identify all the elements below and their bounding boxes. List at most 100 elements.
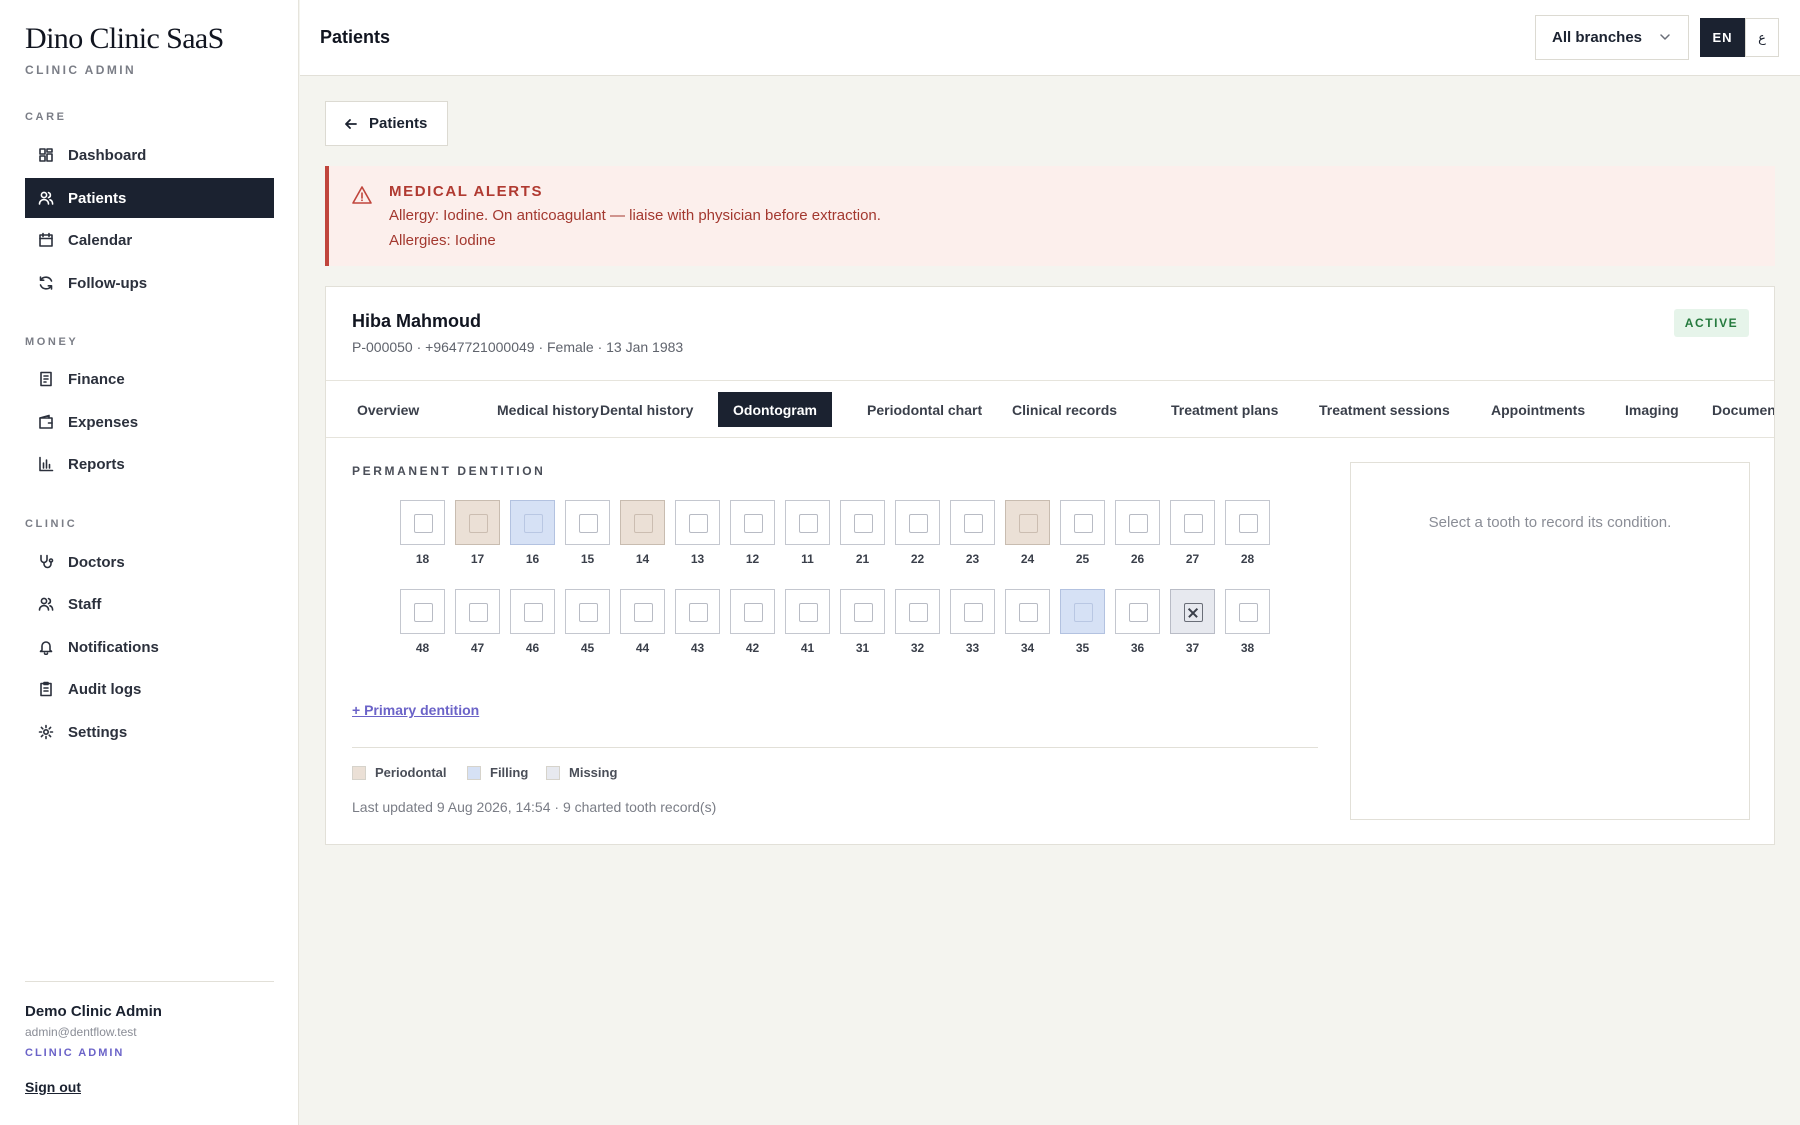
tooth-48[interactable] <box>400 589 445 634</box>
tooth-37[interactable] <box>1170 589 1215 634</box>
tooth-surface <box>414 514 433 533</box>
tooth-number: 38 <box>1240 641 1255 655</box>
calendar-icon <box>38 232 54 248</box>
tooth-22[interactable] <box>895 500 940 545</box>
grid-icon <box>38 147 54 163</box>
sidebar-item-label: Patients <box>68 189 127 207</box>
tab-treatment-sessions[interactable]: Treatment sessions <box>1304 392 1465 427</box>
tooth-46[interactable] <box>510 589 555 634</box>
sidebar-item-label: Dashboard <box>68 146 147 164</box>
sidebar-item-label: Expenses <box>68 413 139 431</box>
stethoscope-icon <box>38 554 54 570</box>
tab-appointments[interactable]: Appointments <box>1476 392 1600 427</box>
primary-dentition-link[interactable]: + Primary dentition <box>352 702 479 718</box>
tooth-number: 45 <box>580 641 595 655</box>
language-en-button[interactable]: EN <box>1700 18 1745 57</box>
tooth-26[interactable] <box>1115 500 1160 545</box>
sidebar-divider <box>25 981 274 982</box>
sidebar-item-reports[interactable]: Reports <box>25 444 274 484</box>
tab-periodontal-chart[interactable]: Periodontal chart <box>852 392 997 427</box>
patient-name: Hiba Mahmoud <box>352 311 481 331</box>
tab-imaging[interactable]: Imaging <box>1610 392 1694 427</box>
tooth-35[interactable] <box>1060 589 1105 634</box>
missing-x-icon <box>1184 603 1203 622</box>
tooth-27[interactable] <box>1170 500 1215 545</box>
tab-clinical-records[interactable]: Clinical records <box>997 392 1132 427</box>
sidebar-item-finance[interactable]: Finance <box>25 359 274 399</box>
tooth-41[interactable] <box>785 589 830 634</box>
tooth-42[interactable] <box>730 589 775 634</box>
sidebar-item-audit-logs[interactable]: Audit logs <box>25 669 274 709</box>
sign-out-link[interactable]: Sign out <box>25 1079 81 1095</box>
tooth-11[interactable] <box>785 500 830 545</box>
sidebar-item-patients[interactable]: Patients <box>25 178 274 218</box>
branch-select[interactable]: All branches <box>1535 15 1689 60</box>
tooth-34[interactable] <box>1005 589 1050 634</box>
tooth-12[interactable] <box>730 500 775 545</box>
tab-treatment-plans[interactable]: Treatment plans <box>1156 392 1293 427</box>
tooth-14[interactable] <box>620 500 665 545</box>
patient-card: Hiba Mahmoud P-000050 · +9647721000049 ·… <box>325 286 1775 845</box>
tooth-16[interactable] <box>510 500 555 545</box>
nav-section-money: MONEY <box>25 336 79 348</box>
tooth-number: 28 <box>1240 552 1255 566</box>
tab-overview[interactable]: Overview <box>342 392 434 427</box>
tooth-32[interactable] <box>895 589 940 634</box>
tooth-21[interactable] <box>840 500 885 545</box>
tooth-36[interactable] <box>1115 589 1160 634</box>
tooth-surface <box>1129 514 1148 533</box>
tab-dental-history[interactable]: Dental history <box>585 392 708 427</box>
sidebar-item-settings[interactable]: Settings <box>25 712 274 752</box>
tooth-surface <box>469 514 488 533</box>
tooth-surface <box>964 514 983 533</box>
sidebar-item-staff[interactable]: Staff <box>25 584 274 624</box>
tooth-33[interactable] <box>950 589 995 634</box>
nav-section-care: CARE <box>25 111 67 123</box>
tooth-25[interactable] <box>1060 500 1105 545</box>
tooth-17[interactable] <box>455 500 500 545</box>
tooth-45[interactable] <box>565 589 610 634</box>
legend-divider <box>352 747 1318 748</box>
tooth-43[interactable] <box>675 589 720 634</box>
tooth-number: 33 <box>965 641 980 655</box>
clipboard-icon <box>38 681 54 697</box>
invoice-icon <box>38 371 54 387</box>
sidebar-item-follow-ups[interactable]: Follow-ups <box>25 263 274 303</box>
tooth-15[interactable] <box>565 500 610 545</box>
sidebar-item-calendar[interactable]: Calendar <box>25 220 274 260</box>
tooth-number: 27 <box>1185 552 1200 566</box>
sidebar-item-label: Finance <box>68 370 125 388</box>
sidebar-item-notifications[interactable]: Notifications <box>25 627 274 667</box>
alert-allergies: Allergies: Iodine <box>389 232 496 249</box>
sidebar-item-label: Reports <box>68 455 125 473</box>
tooth-23[interactable] <box>950 500 995 545</box>
legend-label: Periodontal <box>375 765 447 780</box>
language-ar-button[interactable]: ع <box>1745 18 1779 57</box>
tooth-31[interactable] <box>840 589 885 634</box>
tab-odontogram[interactable]: Odontogram <box>718 392 832 427</box>
last-updated-text: Last updated 9 Aug 2026, 14:54 · 9 chart… <box>352 799 717 815</box>
tooth-surface <box>744 514 763 533</box>
tooth-surface <box>1239 514 1258 533</box>
tooth-44[interactable] <box>620 589 665 634</box>
legend-label: Filling <box>490 765 529 780</box>
legend-filling: Filling <box>467 765 528 780</box>
medical-alert-banner: MEDICAL ALERTS Allergy: Iodine. On antic… <box>325 166 1775 266</box>
back-to-patients-button[interactable]: Patients <box>325 101 448 146</box>
tooth-number: 22 <box>910 552 925 566</box>
tooth-38[interactable] <box>1225 589 1270 634</box>
tooth-28[interactable] <box>1225 500 1270 545</box>
tooth-24[interactable] <box>1005 500 1050 545</box>
tooth-47[interactable] <box>455 589 500 634</box>
tooth-number: 25 <box>1075 552 1090 566</box>
sidebar-item-expenses[interactable]: Expenses <box>25 402 274 442</box>
sidebar-item-doctors[interactable]: Doctors <box>25 542 274 582</box>
tooth-18[interactable] <box>400 500 445 545</box>
tooth-number: 43 <box>690 641 705 655</box>
sidebar-item-dashboard[interactable]: Dashboard <box>25 135 274 175</box>
tooth-number: 16 <box>525 552 540 566</box>
tooth-13[interactable] <box>675 500 720 545</box>
tooth-surface <box>689 514 708 533</box>
alert-title: MEDICAL ALERTS <box>389 183 544 200</box>
tab-documents[interactable]: Document <box>1697 392 1774 427</box>
